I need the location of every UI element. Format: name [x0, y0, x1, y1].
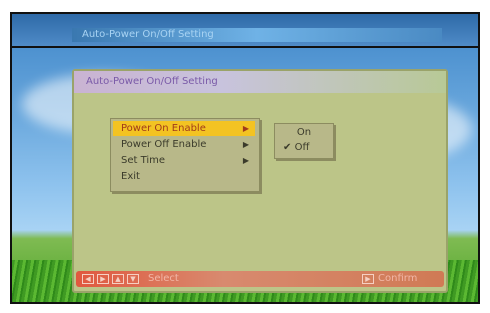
settings-panel: Auto-Power On/Off Setting Power On Enabl…: [72, 69, 448, 293]
menu-item-label: Exit: [121, 171, 140, 182]
down-arrow-icon: ▼: [127, 274, 139, 284]
menu-item-label: Power Off Enable: [121, 139, 207, 150]
submenu-option-off[interactable]: ✔ Off: [277, 141, 331, 155]
chevron-right-icon: ▶: [242, 140, 249, 149]
panel-title: Auto-Power On/Off Setting: [86, 76, 218, 87]
footer-confirm-label: Confirm: [378, 273, 418, 284]
left-arrow-icon: ◀: [82, 274, 94, 284]
chevron-right-icon: ▶: [242, 156, 249, 165]
menu-item-set-time[interactable]: Set Time ▶: [113, 153, 255, 168]
submenu-option-label: On: [296, 127, 312, 138]
menu-item-label: Set Time: [121, 155, 166, 166]
menu-item-label: Power On Enable: [121, 123, 206, 134]
right-arrow-icon: ▶: [97, 274, 109, 284]
power-on-submenu: On ✔ Off: [274, 123, 334, 159]
menu-item-power-on-enable[interactable]: Power On Enable ▶: [113, 121, 255, 136]
submenu-option-on[interactable]: On: [277, 126, 331, 140]
menu-item-exit[interactable]: Exit: [113, 169, 255, 184]
up-arrow-icon: ▲: [112, 274, 124, 284]
submenu-option-label: Off: [294, 142, 310, 153]
footer-select-label: Select: [148, 273, 179, 284]
top-title: Auto-Power On/Off Setting: [72, 28, 442, 42]
footer-bar: ◀ ▶ ▲ ▼ Select ▶ Confirm: [76, 271, 444, 287]
confirm-icon: ▶: [362, 274, 374, 284]
panel-header: Auto-Power On/Off Setting: [74, 71, 446, 93]
menu-item-power-off-enable[interactable]: Power Off Enable ▶: [113, 137, 255, 152]
chevron-right-icon: ▶: [242, 124, 249, 133]
check-icon: ✔: [283, 142, 292, 153]
top-title-bar: Auto-Power On/Off Setting: [12, 14, 478, 48]
settings-menu: Power On Enable ▶ Power Off Enable ▶ Set…: [110, 118, 260, 192]
screen-frame: Auto-Power On/Off Setting Auto-Power On/…: [10, 12, 480, 304]
